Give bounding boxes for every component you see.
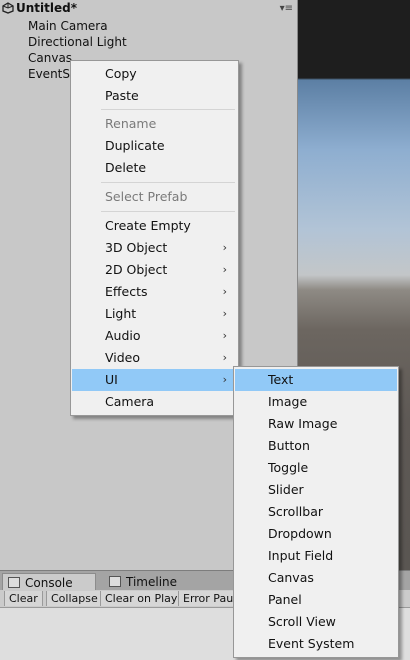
submenu-item-image-label: Image xyxy=(268,394,308,409)
menu-item-2d-object-label: 2D Object xyxy=(105,262,168,277)
menu-item-3d-object-label: 3D Object xyxy=(105,240,168,255)
hierarchy-item-canvas[interactable]: Canvas xyxy=(28,51,72,65)
clear-button[interactable]: Clear xyxy=(4,591,43,606)
submenu-arrow-icon: › xyxy=(222,351,227,364)
hierarchy-item-main-camera[interactable]: Main Camera xyxy=(28,19,108,33)
submenu-arrow-icon: › xyxy=(222,373,227,386)
submenu-item-canvas[interactable]: Canvas xyxy=(235,567,397,589)
submenu-arrow-icon: › xyxy=(222,329,227,342)
submenu-item-dropdown-label: Dropdown xyxy=(268,526,332,541)
menu-item-delete-label: Delete xyxy=(105,160,147,175)
clear-on-play-button[interactable]: Clear on Play xyxy=(100,591,183,606)
submenu-item-button[interactable]: Button xyxy=(235,435,397,457)
menu-item-camera-label: Camera xyxy=(105,394,155,409)
menu-item-effects[interactable]: Effects › xyxy=(72,281,237,303)
menu-item-effects-label: Effects xyxy=(105,284,148,299)
submenu-item-scroll-view[interactable]: Scroll View xyxy=(235,611,397,633)
submenu-item-raw-image[interactable]: Raw Image xyxy=(235,413,397,435)
submenu-item-raw-image-label: Raw Image xyxy=(268,416,338,431)
submenu-item-text-label: Text xyxy=(268,372,294,387)
menu-separator xyxy=(101,211,235,212)
menu-item-light[interactable]: Light › xyxy=(72,303,237,325)
menu-item-camera[interactable]: Camera xyxy=(72,391,237,413)
submenu-item-panel[interactable]: Panel xyxy=(235,589,397,611)
menu-item-select-prefab: Select Prefab xyxy=(72,186,237,208)
submenu-item-toggle[interactable]: Toggle xyxy=(235,457,397,479)
submenu-item-scrollbar[interactable]: Scrollbar xyxy=(235,501,397,523)
menu-item-3d-object[interactable]: 3D Object › xyxy=(72,237,237,259)
submenu-item-input-field[interactable]: Input Field xyxy=(235,545,397,567)
submenu-item-slider[interactable]: Slider xyxy=(235,479,397,501)
collapse-button[interactable]: Collapse xyxy=(46,591,103,606)
hierarchy-header: Untitled* ▾≡ xyxy=(0,0,297,18)
tab-console[interactable]: Console xyxy=(2,573,96,591)
unity-scene-icon xyxy=(2,2,14,14)
menu-item-copy-label: Copy xyxy=(105,66,137,81)
submenu-item-panel-label: Panel xyxy=(268,592,302,607)
menu-item-2d-object[interactable]: 2D Object › xyxy=(72,259,237,281)
submenu-item-toggle-label: Toggle xyxy=(268,460,309,475)
panel-options-icon[interactable]: ▾≡ xyxy=(275,3,293,15)
menu-item-audio[interactable]: Audio › xyxy=(72,325,237,347)
menu-item-duplicate[interactable]: Duplicate xyxy=(72,135,237,157)
console-icon xyxy=(8,577,20,588)
submenu-item-event-system-label: Event System xyxy=(268,636,355,651)
menu-item-ui[interactable]: UI › xyxy=(72,369,237,391)
submenu-arrow-icon: › xyxy=(222,307,227,320)
tab-timeline[interactable]: Timeline xyxy=(104,573,204,591)
menu-item-rename: Rename xyxy=(72,113,237,135)
context-menu: Copy Paste Rename Duplicate Delete Selec… xyxy=(70,60,239,416)
menu-item-copy[interactable]: Copy xyxy=(72,63,237,85)
scene-toolbar xyxy=(298,0,410,28)
submenu-item-scrollbar-label: Scrollbar xyxy=(268,504,323,519)
tab-console-label: Console xyxy=(25,576,73,590)
submenu-item-slider-label: Slider xyxy=(268,482,304,497)
submenu-item-scroll-view-label: Scroll View xyxy=(268,614,336,629)
submenu-arrow-icon: › xyxy=(222,285,227,298)
submenu-item-event-system[interactable]: Event System xyxy=(235,633,397,655)
hierarchy-item-directional-light[interactable]: Directional Light xyxy=(28,35,127,49)
menu-item-delete[interactable]: Delete xyxy=(72,157,237,179)
submenu-item-input-field-label: Input Field xyxy=(268,548,334,563)
menu-item-paste[interactable]: Paste xyxy=(72,85,237,107)
submenu-item-image[interactable]: Image xyxy=(235,391,397,413)
scene-title[interactable]: Untitled* xyxy=(16,1,77,15)
menu-item-rename-label: Rename xyxy=(105,116,157,131)
submenu-item-text[interactable]: Text xyxy=(235,369,397,391)
submenu-arrow-icon: › xyxy=(222,241,227,254)
hierarchy-item-eventsystem[interactable]: EventS xyxy=(28,67,70,81)
menu-item-video[interactable]: Video › xyxy=(72,347,237,369)
menu-item-create-empty-label: Create Empty xyxy=(105,218,191,233)
menu-item-paste-label: Paste xyxy=(105,88,139,103)
menu-item-audio-label: Audio xyxy=(105,328,141,343)
menu-item-ui-label: UI xyxy=(105,372,118,387)
menu-item-video-label: Video xyxy=(105,350,141,365)
menu-separator xyxy=(101,182,235,183)
ui-submenu: Text Image Raw Image Button Toggle Slide… xyxy=(233,366,399,658)
submenu-item-canvas-label: Canvas xyxy=(268,570,314,585)
menu-item-create-empty[interactable]: Create Empty xyxy=(72,215,237,237)
menu-item-duplicate-label: Duplicate xyxy=(105,138,165,153)
submenu-arrow-icon: › xyxy=(222,263,227,276)
submenu-item-button-label: Button xyxy=(268,438,310,453)
timeline-icon xyxy=(109,576,121,587)
menu-item-light-label: Light xyxy=(105,306,137,321)
menu-item-select-prefab-label: Select Prefab xyxy=(105,189,188,204)
menu-separator xyxy=(101,109,235,110)
tab-timeline-label: Timeline xyxy=(126,575,178,589)
submenu-item-dropdown[interactable]: Dropdown xyxy=(235,523,397,545)
